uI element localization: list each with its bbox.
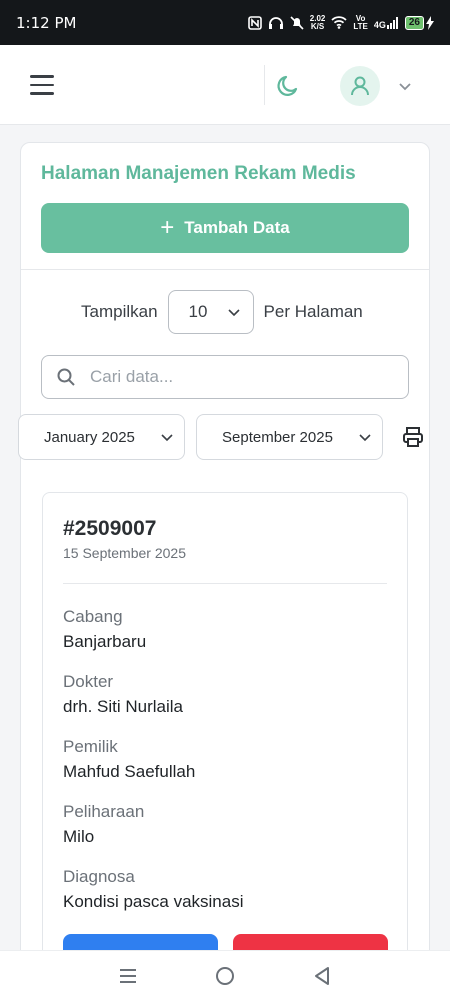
- add-data-label: Tambah Data: [184, 218, 290, 237]
- field-pemilik: Pemilik Mahfud Saefullah: [63, 737, 195, 782]
- per-page-control: Tampilkan 10 Per Halaman: [81, 290, 363, 334]
- field-value: Mahfud Saefullah: [63, 762, 196, 781]
- headphones-icon: [268, 16, 283, 29]
- app-header: [0, 45, 450, 125]
- field-value: drh. Siti Nurlaila: [63, 697, 183, 716]
- record-card: #2509007 15 September 2025 Cabang Banjar…: [42, 492, 408, 972]
- status-icons: 2.02 K/S Vo LTE 4G 26: [247, 13, 434, 31]
- status-time: 1:12 PM: [16, 13, 77, 32]
- field-diagnosa: Diagnosa Kondisi pasca vaksinasi: [63, 867, 243, 912]
- charging-icon: [426, 15, 434, 30]
- search-placeholder: Cari data...: [90, 367, 174, 386]
- per-page-value: 10: [188, 302, 208, 321]
- chevron-down-icon: [227, 309, 240, 317]
- field-value: Kondisi pasca vaksinasi: [63, 892, 244, 911]
- search-icon: [57, 368, 75, 386]
- chevron-down-icon: [161, 434, 173, 442]
- page-title: Halaman Manajemen Rekam Medis: [41, 163, 356, 184]
- chevron-down-icon[interactable]: [397, 78, 413, 94]
- volte-indicator: Vo LTE: [353, 13, 368, 31]
- field-label: Diagnosa: [63, 867, 135, 886]
- field-label: Dokter: [63, 672, 114, 691]
- signal-indicator: 4G: [374, 16, 399, 29]
- field-label: Pemilik: [63, 737, 118, 756]
- field-value: Banjarbaru: [63, 632, 147, 651]
- plus-icon: +: [160, 214, 175, 241]
- per-page-select[interactable]: 10: [167, 290, 254, 334]
- system-nav-bar: [0, 950, 450, 1000]
- printer-icon[interactable]: [401, 425, 425, 449]
- battery-indicator: 26: [404, 15, 434, 30]
- field-label: Cabang: [63, 607, 123, 626]
- back-button[interactable]: [307, 961, 337, 991]
- end-month-value: September 2025: [222, 428, 333, 446]
- field-label: Peliharaan: [63, 802, 145, 821]
- per-page-suffix: Per Halaman: [263, 302, 363, 321]
- start-month-value: January 2025: [44, 428, 135, 446]
- net-speed: 2.02 K/S: [309, 13, 326, 31]
- field-value: Milo: [63, 827, 95, 846]
- start-month-select[interactable]: January 2025: [18, 414, 185, 460]
- nfc-icon: [247, 15, 262, 30]
- chevron-down-icon: [359, 434, 371, 442]
- status-bar: 1:12 PM 2.02 K/S Vo LTE 4G 26: [0, 0, 450, 45]
- battery-level: 26: [404, 15, 424, 30]
- record-date: 15 September 2025: [63, 545, 186, 561]
- record-id: #2509007: [63, 517, 157, 540]
- back-triangle-icon: [314, 966, 329, 985]
- wifi-icon: [331, 16, 347, 29]
- user-avatar[interactable]: [340, 66, 380, 106]
- field-dokter: Dokter drh. Siti Nurlaila: [63, 672, 183, 717]
- header-divider: [264, 65, 265, 105]
- field-cabang: Cabang Banjarbaru: [63, 607, 146, 652]
- mute-bell-icon: [290, 15, 304, 30]
- per-page-prefix: Tampilkan: [81, 302, 158, 321]
- recent-apps-button[interactable]: [113, 961, 143, 991]
- add-data-button[interactable]: + Tambah Data: [41, 203, 409, 253]
- hamburger-icon[interactable]: [30, 75, 54, 95]
- end-month-select[interactable]: September 2025: [196, 414, 383, 460]
- moon-icon[interactable]: [274, 72, 302, 100]
- panel-divider: [21, 269, 429, 270]
- search-input[interactable]: Cari data...: [41, 355, 409, 399]
- home-button[interactable]: [210, 961, 240, 991]
- field-peliharaan: Peliharaan Milo: [63, 802, 144, 847]
- signal-bars-icon: [386, 16, 398, 29]
- menu-lines-icon: [120, 968, 137, 983]
- record-divider: [63, 583, 387, 584]
- user-icon: [351, 76, 369, 96]
- circle-icon: [215, 966, 234, 985]
